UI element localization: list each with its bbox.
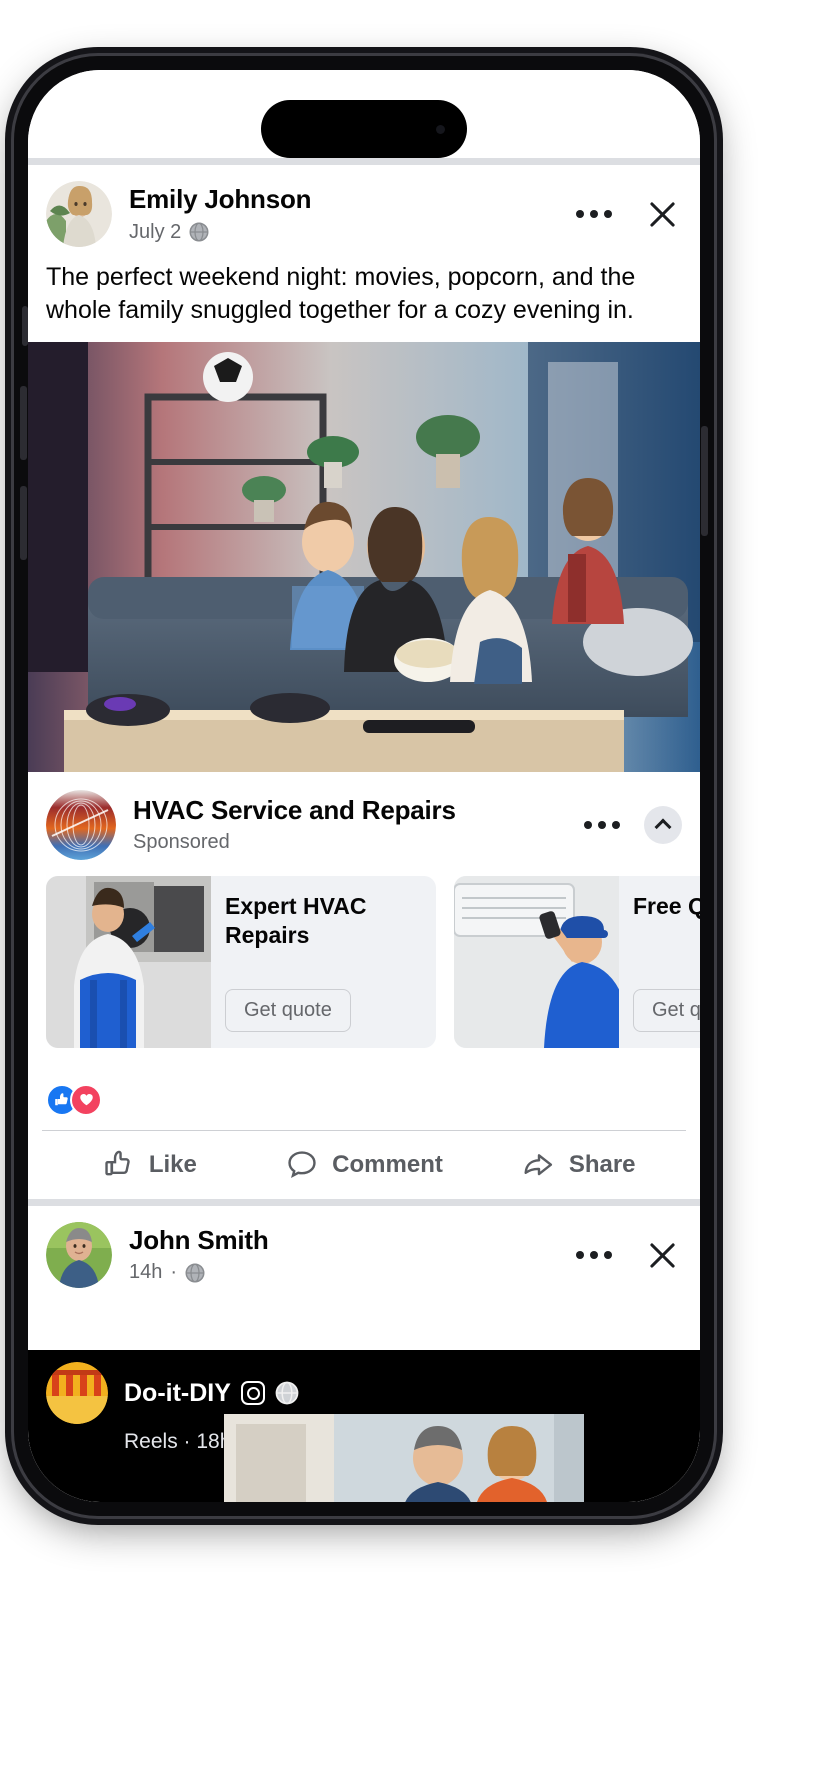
post-header: John Smith 14h · [28, 1206, 700, 1296]
sponsored-actions [576, 805, 682, 844]
sponsored-label: Sponsored [133, 831, 230, 854]
more-options-icon[interactable] [568, 1243, 620, 1267]
like-label: Like [148, 1150, 197, 1178]
more-options-icon[interactable] [576, 813, 628, 837]
more-options-icon[interactable] [568, 202, 620, 226]
author-block: John Smith 14h · [129, 1225, 568, 1284]
avatar[interactable] [46, 1221, 112, 1288]
post-meta: July 2 [129, 221, 568, 244]
card-body: Expert HVAC Repairs Get quote [211, 876, 436, 1048]
reels-page-name[interactable]: Do-it-DIY [124, 1379, 231, 1408]
post-header-actions [568, 194, 682, 234]
volume-up-button[interactable] [20, 386, 27, 460]
instagram-icon [240, 1381, 265, 1405]
advertiser-name[interactable]: HVAC Service and Repairs [133, 795, 576, 826]
comment-label: Comment [332, 1150, 443, 1178]
share-button[interactable]: Share [471, 1131, 686, 1199]
reels-video-preview[interactable] [224, 1414, 584, 1502]
front-camera-dot [436, 124, 445, 134]
post-emily-johnson: Emily Johnson July 2 The perfect weekend… [28, 165, 700, 772]
close-icon[interactable] [642, 1235, 682, 1275]
meta-separator: · [170, 1261, 178, 1284]
phone-screen: Emily Johnson July 2 The perfect weekend… [28, 70, 700, 1502]
post-photo[interactable] [28, 341, 700, 772]
sponsored-label-row: Sponsored [133, 831, 576, 854]
share-label: Share [568, 1150, 636, 1178]
globe-icon [189, 222, 209, 242]
card-body: Free Quote Get quote [619, 876, 700, 1048]
post-date: July 2 [129, 220, 182, 243]
feed-divider [28, 1198, 700, 1206]
post-time: 14h [129, 1261, 163, 1284]
like-button[interactable]: Like [42, 1131, 257, 1199]
sponsored-ad: HVAC Service and Repairs Sponsored Exper… [28, 771, 700, 1199]
card-image [454, 875, 619, 1048]
thumbs-up-icon [105, 1150, 130, 1175]
post-text: The perfect weekend night: movies, popco… [46, 263, 636, 325]
card-image [46, 875, 211, 1048]
chevron-up-icon[interactable] [644, 805, 682, 844]
post-header-actions [568, 1235, 682, 1275]
reaction-summary[interactable] [28, 1074, 700, 1124]
get-quote-button[interactable]: Get quote [225, 988, 351, 1032]
post-action-bar: Like Comment Share [42, 1129, 686, 1199]
card-title: Expert HVAC Repairs [225, 892, 367, 949]
sponsored-header: HVAC Service and Repairs Sponsored [28, 772, 700, 870]
volume-down-button[interactable] [20, 486, 27, 560]
post-header: Emily Johnson July 2 [28, 165, 700, 255]
ad-carousel[interactable]: Expert HVAC Repairs Get quote Free Q Get… [28, 870, 700, 1074]
reels-post[interactable]: Do-it-DIY Reels · 18h [28, 1350, 700, 1502]
feed-top-divider [28, 158, 700, 165]
share-arrow-icon [524, 1153, 552, 1175]
dynamic-island [261, 100, 467, 158]
carousel-card[interactable]: Free Quote Get quote [454, 875, 700, 1048]
get-quote-button[interactable]: Get quote [633, 988, 700, 1032]
phone-device-frame: Emily Johnson July 2 The perfect weekend… [14, 56, 714, 1516]
close-icon[interactable] [642, 194, 682, 234]
globe-icon [185, 1263, 205, 1283]
author-block: Emily Johnson July 2 [129, 184, 568, 243]
comment-button[interactable]: Comment [257, 1131, 472, 1199]
card-title: Free Quote [633, 892, 700, 919]
love-reaction-icon [70, 1083, 102, 1116]
globe-icon [275, 1381, 299, 1405]
post-author-name[interactable]: John Smith [129, 1225, 568, 1256]
advertiser-logo[interactable] [46, 789, 116, 860]
news-feed[interactable]: Emily Johnson July 2 The perfect weekend… [28, 158, 700, 1502]
post-author-name[interactable]: Emily Johnson [129, 184, 568, 215]
post-john-smith: John Smith 14h · [28, 1205, 700, 1296]
avatar[interactable] [46, 1362, 108, 1424]
advertiser-block: HVAC Service and Repairs Sponsored [133, 795, 576, 854]
post-meta: 14h · [129, 1261, 568, 1284]
avatar[interactable] [46, 181, 112, 247]
power-button[interactable] [701, 426, 708, 536]
carousel-card[interactable]: Expert HVAC Repairs Get quote [46, 875, 436, 1048]
comment-bubble-icon [288, 1150, 316, 1178]
